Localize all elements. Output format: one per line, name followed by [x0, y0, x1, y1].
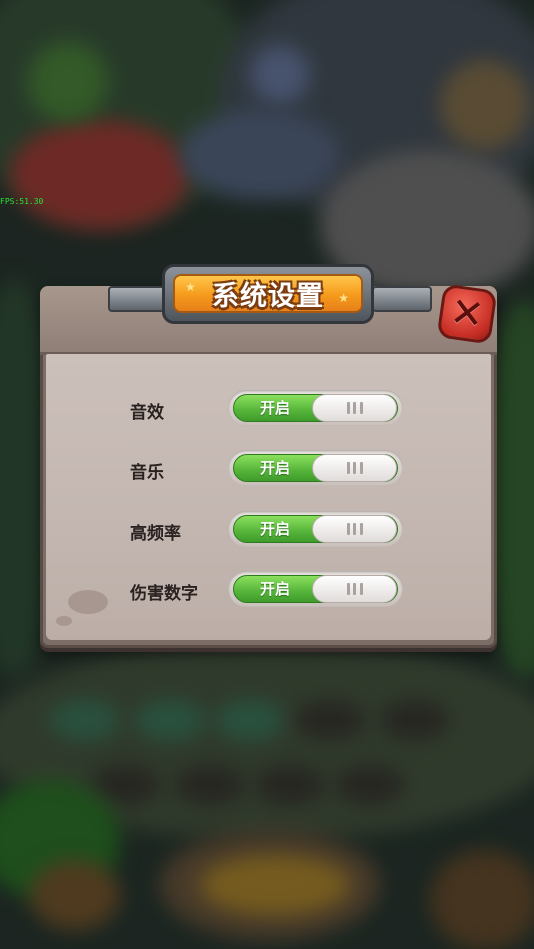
close-button[interactable]: ✕	[436, 283, 498, 345]
title-plaque: ★ ★ 系统设置	[162, 264, 374, 324]
setting-label: 音乐	[130, 463, 164, 483]
decor-stone	[68, 590, 108, 614]
left-pipe-decor	[108, 286, 170, 312]
dialog-title: 系统设置	[212, 281, 324, 312]
damage-numbers-toggle[interactable]: 开启	[228, 571, 403, 607]
toggle-state-label: 开启	[259, 520, 290, 538]
setting-row-damage-numbers: 伤害数字 开启	[130, 571, 405, 607]
setting-label: 伤害数字	[130, 584, 198, 604]
fps-counter: FPS:51.30	[0, 197, 44, 206]
star-icon: ★	[185, 280, 196, 294]
toggle-knob[interactable]	[312, 454, 397, 482]
right-pipe-decor	[372, 286, 432, 312]
toggle-grip-icon	[346, 523, 363, 535]
decor-stone	[56, 616, 72, 626]
high-frequency-toggle[interactable]: 开启	[228, 511, 403, 547]
toggle-state-label: 开启	[259, 580, 290, 598]
sound-effects-toggle[interactable]: 开启	[228, 390, 403, 426]
setting-label: 高频率	[130, 524, 181, 544]
toggle-grip-icon	[346, 583, 363, 595]
setting-label: 音效	[130, 403, 164, 423]
toggle-knob[interactable]	[312, 575, 397, 603]
setting-row-music: 音乐 开启	[130, 450, 405, 486]
title-plaque-inner: ★ ★ 系统设置	[173, 274, 363, 313]
toggle-grip-icon	[346, 402, 363, 414]
close-icon: ✕	[447, 288, 487, 340]
music-toggle[interactable]: 开启	[228, 450, 403, 486]
toggle-state-label: 开启	[259, 459, 290, 477]
setting-row-high-frequency: 高频率 开启	[130, 511, 405, 547]
toggle-state-label: 开启	[259, 399, 290, 417]
toggle-knob[interactable]	[312, 515, 397, 543]
star-icon: ★	[338, 291, 349, 305]
setting-row-sound-effects: 音效 开启	[130, 390, 405, 426]
toggle-knob[interactable]	[312, 394, 397, 422]
toggle-grip-icon	[346, 462, 363, 474]
